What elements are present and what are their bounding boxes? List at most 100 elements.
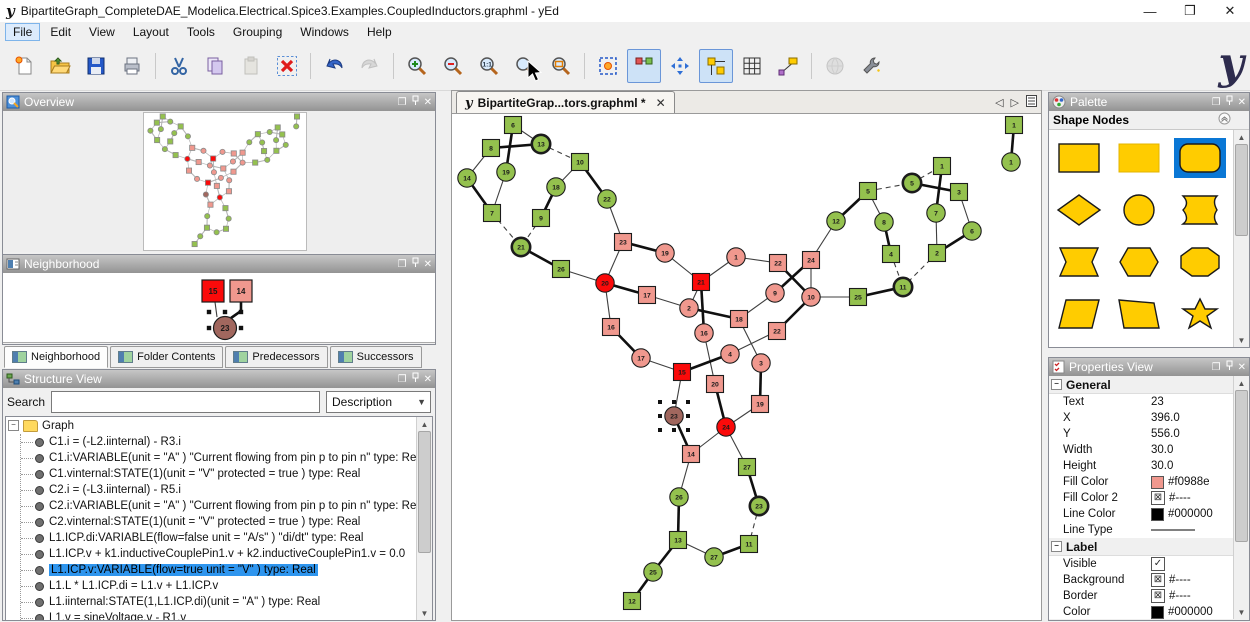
float-panel-icon[interactable]: ❐: [1212, 362, 1221, 373]
save-icon[interactable]: [79, 49, 113, 83]
shape-nodes-header[interactable]: Shape Nodes: [1049, 111, 1249, 130]
shape-ellipse[interactable]: [1113, 190, 1165, 230]
prop-row-text[interactable]: Text23: [1049, 394, 1234, 410]
scroll-up-icon[interactable]: ▲: [421, 417, 429, 431]
scroll-down-icon[interactable]: ▼: [1238, 333, 1246, 347]
tree-item[interactable]: C2.i:VARIABLE(unit = "A" ) "Current flow…: [21, 498, 432, 514]
pin-panel-icon[interactable]: [1225, 360, 1234, 374]
pin-panel-icon[interactable]: [411, 257, 420, 271]
tree-item[interactable]: L1.L * L1.ICP.di = L1.v + L1.ICP.v: [21, 578, 432, 594]
structure-scrollbar[interactable]: ▲ ▼: [416, 417, 432, 620]
prop-row-height[interactable]: Height30.0: [1049, 458, 1234, 474]
snap-lines-icon[interactable]: [699, 49, 733, 83]
tree-item[interactable]: C1.vinternal:STATE(1)(unit = "V" protect…: [21, 466, 432, 482]
float-panel-icon[interactable]: ❐: [1212, 97, 1221, 108]
collapse-section-icon[interactable]: [1218, 112, 1231, 128]
shape-diamond[interactable]: [1053, 190, 1105, 230]
tab-successors[interactable]: Successors: [330, 346, 422, 368]
zoom-area-icon[interactable]: [544, 49, 578, 83]
search-input[interactable]: [51, 391, 320, 413]
cut-icon[interactable]: [162, 49, 196, 83]
scroll-up-icon[interactable]: ▲: [1238, 376, 1246, 390]
shape-concave-hexagon[interactable]: [1053, 242, 1105, 282]
delete-icon[interactable]: [270, 49, 304, 83]
minimize-button[interactable]: —: [1130, 0, 1170, 22]
prop-row-color[interactable]: Color#000000: [1049, 604, 1234, 619]
structure-panel-titlebar[interactable]: Structure View ❐ ✕: [3, 370, 435, 388]
tree-item[interactable]: L1.ICP.di:VARIABLE(flow=false unit = "A/…: [21, 530, 432, 546]
shape-rectangle[interactable]: [1053, 138, 1105, 178]
section-expander-icon[interactable]: −: [1051, 379, 1062, 390]
section-expander-icon[interactable]: −: [1051, 541, 1062, 552]
zoom-tool-icon[interactable]: [508, 49, 542, 83]
scroll-up-icon[interactable]: ▲: [1238, 130, 1246, 144]
scroll-thumb[interactable]: [418, 431, 431, 553]
shape-parallelogram[interactable]: [1053, 294, 1105, 334]
scroll-thumb[interactable]: [1235, 390, 1248, 542]
edge-label-icon[interactable]: [771, 49, 805, 83]
close-panel-icon[interactable]: ✕: [1238, 362, 1246, 373]
palette-scrollbar[interactable]: ▲ ▼: [1233, 130, 1249, 347]
shape-curved-rectangle[interactable]: [1174, 190, 1226, 230]
prev-tab-icon[interactable]: ◁: [995, 96, 1003, 109]
maximize-button[interactable]: ❒: [1170, 0, 1210, 22]
zoom-out-icon[interactable]: [436, 49, 470, 83]
prop-row-x[interactable]: X396.0: [1049, 410, 1234, 426]
tab-predecessors[interactable]: Predecessors: [225, 346, 327, 368]
shape-triangle-2[interactable]: [1113, 346, 1165, 347]
scroll-down-icon[interactable]: ▼: [1238, 605, 1246, 619]
float-panel-icon[interactable]: ❐: [398, 97, 407, 108]
pin-panel-icon[interactable]: [411, 372, 420, 386]
scroll-down-icon[interactable]: ▼: [421, 606, 429, 620]
properties-scrollbar[interactable]: ▲ ▼: [1233, 376, 1249, 619]
neighborhood-content[interactable]: 151423: [3, 273, 435, 343]
close-panel-icon[interactable]: ✕: [1238, 97, 1246, 108]
prop-row-y[interactable]: Y556.0: [1049, 426, 1234, 442]
close-panel-icon[interactable]: ✕: [424, 97, 432, 108]
open-file-icon[interactable]: [43, 49, 77, 83]
copy-icon[interactable]: [198, 49, 232, 83]
print-icon[interactable]: [115, 49, 149, 83]
prop-row-background[interactable]: Background⊠#----: [1049, 572, 1234, 588]
shape-round-rectangle[interactable]: [1174, 138, 1226, 178]
prop-row-fill-color-2[interactable]: Fill Color 2⊠#----: [1049, 490, 1234, 506]
prop-row-line-color[interactable]: Line Color#000000: [1049, 506, 1234, 522]
tab-neighborhood[interactable]: Neighborhood: [4, 346, 108, 368]
overview-content[interactable]: [3, 111, 435, 252]
prop-row-line-type[interactable]: Line Type: [1049, 522, 1234, 538]
fit-content-icon[interactable]: [591, 49, 625, 83]
zoom-in-icon[interactable]: [400, 49, 434, 83]
float-panel-icon[interactable]: ❐: [398, 374, 407, 385]
menu-help[interactable]: Help: [359, 23, 400, 41]
pin-panel-icon[interactable]: [411, 95, 420, 109]
neighborhood-panel-titlebar[interactable]: Neighborhood ❐ ✕: [3, 255, 435, 273]
menu-layout[interactable]: Layout: [125, 23, 177, 41]
close-button[interactable]: ✕: [1210, 0, 1250, 22]
shape-hexagon[interactable]: [1113, 242, 1165, 282]
shape-triangle[interactable]: [1053, 346, 1105, 347]
tree-item[interactable]: C2.i = (-L3.iinternal) - R5.i: [21, 482, 432, 498]
tree-item[interactable]: C1.i:VARIABLE(unit = "A" ) "Current flow…: [21, 450, 432, 466]
tree-item[interactable]: C2.vinternal:STATE(1)(unit = "V" protect…: [21, 514, 432, 530]
prop-row-visible[interactable]: Visible✓: [1049, 556, 1234, 572]
tab-close-icon[interactable]: ✕: [656, 96, 666, 110]
tree-item[interactable]: L1.ICP.v + k1.inductiveCouplePin1.v + k2…: [21, 546, 432, 562]
next-tab-icon[interactable]: ▷: [1011, 96, 1019, 109]
prop-section-label[interactable]: −Label: [1049, 538, 1234, 556]
float-panel-icon[interactable]: ❐: [398, 259, 407, 270]
filter-dropdown[interactable]: Description ▼: [326, 391, 431, 413]
menu-tools[interactable]: Tools: [179, 23, 223, 41]
prop-row-border[interactable]: Border⊠#----: [1049, 588, 1234, 604]
prop-section-general[interactable]: −General: [1049, 376, 1234, 394]
menu-view[interactable]: View: [81, 23, 123, 41]
shape-rectangle-3[interactable]: [1174, 346, 1226, 347]
tab-list-icon[interactable]: [1026, 95, 1037, 110]
undo-icon[interactable]: [317, 49, 351, 83]
wrench-icon[interactable]: [854, 49, 888, 83]
prop-row-width[interactable]: Width30.0: [1049, 442, 1234, 458]
shape-octagon[interactable]: [1174, 242, 1226, 282]
tab-folder-contents[interactable]: Folder Contents: [110, 346, 223, 368]
tree-item[interactable]: C1.i = (-L2.iinternal) - R3.i: [21, 434, 432, 450]
overview-panel-titlebar[interactable]: Overview ❐ ✕: [3, 93, 435, 111]
menu-edit[interactable]: Edit: [42, 23, 79, 41]
